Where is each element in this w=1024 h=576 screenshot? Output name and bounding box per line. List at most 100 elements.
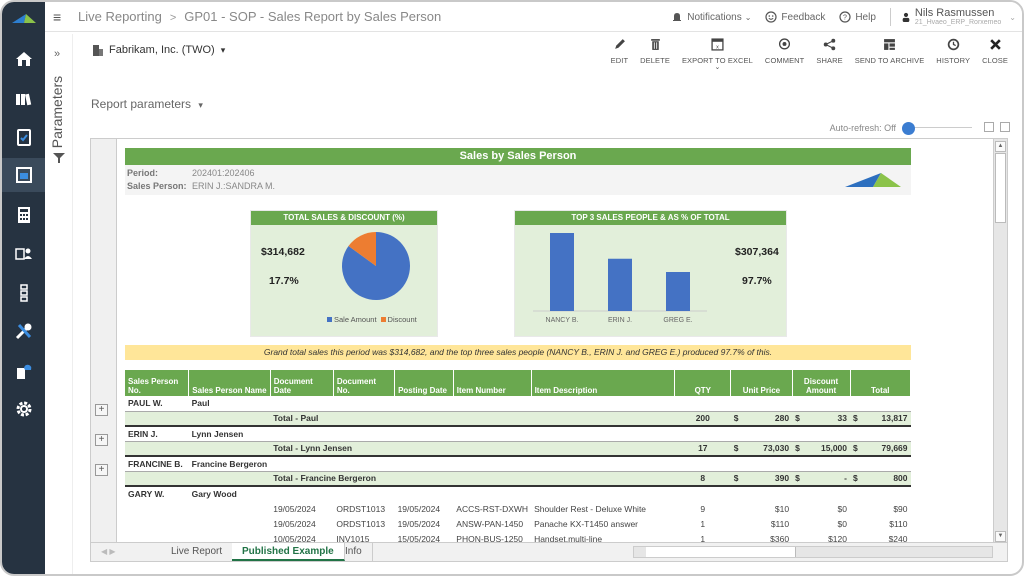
document-no: ORDST1013 — [336, 518, 386, 529]
salesperson-name: Francine Bergeron — [188, 456, 271, 472]
expand-parameters-button[interactable]: » — [54, 48, 60, 60]
legend-swatch-sale — [327, 317, 332, 322]
col-header: Document Date — [270, 370, 334, 396]
close-label: CLOSE — [982, 56, 1008, 65]
chevron-down-icon[interactable]: ⌄ — [714, 64, 720, 71]
expand-group-button[interactable]: + — [95, 464, 108, 476]
tab-live-report[interactable]: Live Report — [161, 543, 234, 561]
home-icon — [15, 52, 32, 66]
edit-button[interactable]: EDIT — [611, 38, 628, 71]
grid-view-icon[interactable] — [1000, 122, 1010, 132]
popout-icon[interactable] — [984, 122, 994, 132]
sidebar-item-cloud[interactable] — [2, 354, 45, 388]
sidebar-item-home[interactable] — [2, 42, 45, 76]
table-cell — [531, 486, 675, 501]
menu-icon[interactable]: ≡ — [53, 9, 61, 25]
close-button[interactable]: CLOSE — [982, 38, 1008, 71]
top-bar-right: Notifications ⌄ Feedback ? Help Nils Rasm… — [657, 8, 1016, 26]
company-selector[interactable]: Fabrikam, Inc. (TWO) ▾ — [92, 44, 225, 56]
horizontal-scrollbar[interactable] — [633, 546, 993, 558]
parameters-rail[interactable]: » Parameters — [45, 34, 73, 574]
view-options — [984, 122, 1010, 132]
sidebar-item-settings[interactable] — [2, 392, 45, 426]
sidebar-item-reports[interactable] — [2, 158, 45, 192]
col-header: Total — [850, 370, 911, 396]
report-parameters-label: Report parameters — [91, 97, 192, 111]
sheet-nav-arrows[interactable]: ◀ ▶ — [101, 543, 116, 561]
salesperson-no: ERIN J. — [125, 426, 189, 442]
total-sales-panel: TOTAL SALES & DISCOUNT (%) $314,682 17.7… — [250, 210, 438, 337]
group-header-row[interactable]: PAUL W. Paul — [125, 396, 911, 412]
salesperson-value: ERIN J.:SANDRA M. — [192, 181, 276, 191]
sidebar-item-calculator[interactable] — [2, 198, 45, 232]
delete-label: DELETE — [640, 56, 670, 65]
sidebar-item-users[interactable] — [2, 236, 45, 270]
expand-group-button[interactable]: + — [95, 434, 108, 446]
hscroll-thumb[interactable] — [646, 547, 796, 557]
building-icon — [93, 45, 103, 56]
table-cell — [675, 486, 731, 501]
currency-symbol: $ — [733, 443, 739, 454]
col-header: Sales Person Name — [188, 370, 271, 396]
delete-button[interactable]: DELETE — [640, 38, 670, 71]
user-org: 21_Hvaeo_ERP_Rorxemeo — [914, 19, 1002, 26]
user-menu[interactable]: Nils Rasmussen 21_Hvaeo_ERP_Rorxemeo ⌄ — [901, 8, 1016, 26]
table-cell — [394, 426, 454, 442]
bar-greg-e — [666, 272, 690, 311]
x-tick-label: GREG E. — [663, 317, 692, 324]
filter-icon[interactable] — [53, 152, 65, 164]
unit-price: $10 — [774, 503, 790, 514]
tab-published-example[interactable]: Published Example — [232, 543, 345, 561]
report-parameters-toggle[interactable]: Report parameters ▾ — [91, 97, 203, 111]
comment-button[interactable]: COMMENT — [765, 38, 804, 71]
breadcrumb-live-reporting[interactable]: Live Reporting — [78, 9, 162, 24]
excel-icon: x — [711, 38, 724, 51]
detail-row: 19/05/2024 ORDST1013 19/05/2024 ANSW-PAN-14… — [125, 516, 911, 531]
sidebar-item-hierarchy[interactable] — [2, 276, 45, 310]
scroll-up-button[interactable]: ▲ — [995, 141, 1006, 152]
scroll-down-button[interactable]: ▼ — [995, 531, 1006, 542]
sidebar-item-tools[interactable] — [2, 314, 45, 348]
tools-icon — [15, 323, 31, 340]
parameters-label[interactable]: Parameters — [49, 72, 65, 152]
share-button[interactable]: SHARE — [816, 38, 843, 71]
sidebar-item-library[interactable] — [2, 82, 45, 116]
table-cell — [730, 396, 793, 412]
amount: 15,000 — [821, 443, 847, 454]
discount-amount: $0 — [837, 503, 847, 514]
cloud-server-icon — [16, 364, 31, 379]
group-header-row[interactable]: GARY W. Gary Wood — [125, 486, 911, 501]
group-header-row[interactable]: FRANCINE B. Francine Bergeron — [125, 456, 911, 472]
group-header-row[interactable]: ERIN J. Lynn Jensen — [125, 426, 911, 442]
chevron-down-icon: ⌄ — [744, 12, 752, 22]
scroll-thumb[interactable] — [995, 153, 1006, 223]
feedback-button[interactable]: Feedback — [765, 11, 825, 23]
help-button[interactable]: ? Help — [839, 11, 876, 23]
expand-group-button[interactable]: + — [95, 404, 108, 416]
history-button[interactable]: HISTORY — [936, 38, 970, 71]
currency-symbol: $ — [853, 473, 858, 484]
auto-refresh-slider[interactable] — [902, 122, 972, 135]
document-date: 19/05/2024 — [273, 518, 316, 529]
currency-symbol: $ — [795, 413, 800, 424]
send-to-archive-button[interactable]: SEND TO ARCHIVE — [855, 38, 925, 71]
gear-icon — [16, 401, 31, 417]
table-header-row: Sales Person No. Sales Person Name Docum… — [125, 370, 911, 396]
qty: 9 — [700, 503, 706, 514]
notifications-button[interactable]: Notifications ⌄ — [671, 11, 751, 23]
total-amount: $13,817 — [850, 410, 911, 427]
hierarchy-icon — [19, 284, 28, 302]
currency-symbol: $ — [795, 473, 800, 484]
document-no: ORDST1013 — [336, 503, 386, 514]
export-to-excel-button[interactable]: x EXPORT TO EXCEL ⌄ — [682, 38, 753, 71]
table-cell — [674, 396, 731, 412]
breadcrumb: Live Reporting > GP01 - SOP - Sales Report… — [78, 9, 441, 24]
tab-info[interactable]: Info — [335, 543, 373, 561]
total-unit-price: $73,030 — [730, 440, 793, 457]
slider-knob[interactable] — [902, 122, 915, 135]
breadcrumb-current: GP01 - SOP - Sales Report by Sales Perso… — [184, 9, 442, 24]
vertical-scrollbar[interactable]: ▲ ▼ — [993, 139, 1007, 544]
sidebar-item-tasks[interactable] — [2, 120, 45, 154]
share-icon — [823, 38, 836, 51]
table-cell — [333, 426, 395, 442]
